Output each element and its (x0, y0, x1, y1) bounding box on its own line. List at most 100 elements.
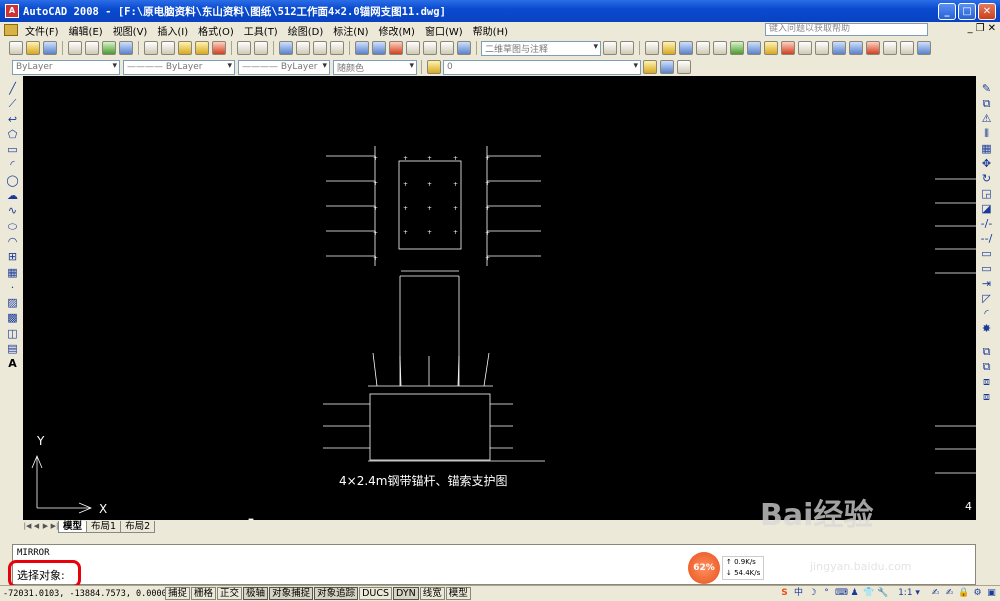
document-icon[interactable] (4, 24, 18, 36)
construction-line-icon[interactable]: ⟋ (6, 97, 20, 111)
help-icon-2[interactable] (917, 41, 931, 55)
tab-next-icon[interactable]: ▶ (41, 522, 50, 531)
markup-icon[interactable] (423, 41, 437, 55)
layer-select[interactable]: ByLayer (12, 59, 120, 75)
moon-icon[interactable]: ☽ (807, 588, 818, 599)
zoom-window-icon[interactable] (313, 41, 327, 55)
sogou-ime-icon[interactable]: S (779, 588, 790, 599)
redo-icon[interactable] (254, 41, 268, 55)
make-current-layer-icon[interactable] (643, 60, 657, 74)
sheet-set-icon[interactable] (406, 41, 420, 55)
line-icon[interactable]: ╱ (6, 82, 20, 96)
erase-icon[interactable]: ✎ (980, 82, 994, 96)
layer-manager-icon[interactable] (427, 60, 441, 74)
toggle-ducs[interactable]: DUCS (359, 587, 393, 600)
toggle-polar[interactable]: 极轴 (243, 587, 269, 600)
lineweight-select[interactable]: ———— ByLayer (238, 59, 330, 75)
offset-icon[interactable]: ⫴ (980, 127, 994, 141)
toggle-grid[interactable]: 栅格 (191, 587, 217, 600)
new-icon-2[interactable] (645, 41, 659, 55)
toggle-lineweight[interactable]: 线宽 (419, 587, 445, 600)
annotation-scale[interactable]: 1:1 ▾ (891, 588, 927, 599)
quickcalc-icon-2[interactable] (900, 41, 914, 55)
auto-scale-icon[interactable]: ✍ (944, 588, 955, 599)
redo-icon-2[interactable] (815, 41, 829, 55)
multiline-text-icon[interactable]: A (6, 357, 20, 371)
menu-edit[interactable]: 编辑(E) (64, 23, 108, 38)
zoom-realtime-icon[interactable] (296, 41, 310, 55)
menu-modify[interactable]: 修改(M) (374, 23, 420, 38)
workspace-select[interactable]: 二维草图与注释 (481, 40, 601, 56)
new-icon[interactable] (9, 41, 23, 55)
menu-view[interactable]: 视图(V) (108, 23, 153, 38)
properties-icon-2[interactable] (832, 41, 846, 55)
menu-draw[interactable]: 绘图(D) (283, 23, 329, 38)
mirror-icon[interactable]: ⚠ (980, 112, 994, 126)
point-icon[interactable]: · (6, 281, 20, 295)
plotstyle-select[interactable]: 随颜色 (333, 59, 417, 75)
toggle-dyn[interactable]: DYN (393, 587, 419, 600)
region-icon[interactable]: ◫ (6, 327, 20, 341)
open-icon-2[interactable] (662, 41, 676, 55)
draw-order-below-icon[interactable]: ⧈ (980, 390, 994, 404)
properties-icon[interactable] (355, 41, 369, 55)
array-icon[interactable]: ▦ (980, 142, 994, 156)
tools-icon[interactable]: 🔧 (877, 588, 888, 599)
clean-screen-icon[interactable]: ▣ (986, 588, 997, 599)
zoom-previous-icon[interactable] (330, 41, 344, 55)
rectangle-icon[interactable]: ▭ (6, 143, 20, 157)
close-button[interactable]: ✕ (978, 2, 996, 20)
skin-icon[interactable]: ♟ (849, 588, 860, 599)
match-properties-icon-2[interactable] (764, 41, 778, 55)
open-icon[interactable] (26, 41, 40, 55)
ellipse-icon[interactable]: ⬭ (6, 220, 20, 234)
design-center-icon-2[interactable] (849, 41, 863, 55)
autocad-app-icon[interactable]: A (5, 4, 19, 18)
tray-settings-icon[interactable]: ⚙ (972, 588, 983, 599)
network-speed-widget[interactable]: 62% ↑ 0.9K/s ↓ 54.4K/s (688, 550, 768, 584)
stretch-icon[interactable]: ◪ (980, 202, 994, 216)
copy-object-icon[interactable]: ⧉ (980, 97, 994, 111)
toggle-model[interactable]: 模型 (445, 587, 471, 600)
punctuation-icon[interactable]: ° (821, 588, 832, 599)
copy-icon[interactable] (161, 41, 175, 55)
plot-preview-icon-2[interactable] (713, 41, 727, 55)
workspace-save-icon[interactable] (620, 41, 634, 55)
keyboard-icon[interactable]: ⌨ (835, 588, 848, 599)
menu-dimension[interactable]: 标注(N) (328, 23, 373, 38)
explode-icon[interactable]: ✸ (980, 322, 994, 336)
join-icon[interactable]: ⇥ (980, 277, 994, 291)
draw-order-back-icon[interactable]: ⧉ (980, 360, 994, 374)
print-icon-2[interactable] (696, 41, 710, 55)
annotation-visibility-icon[interactable]: ✍ (930, 588, 941, 599)
undo-icon-2[interactable] (798, 41, 812, 55)
tab-model[interactable]: 模型 (58, 520, 88, 533)
polyline-icon[interactable]: ↩ (6, 113, 20, 127)
scale-icon[interactable]: ◲ (980, 187, 994, 201)
spline-icon[interactable]: ∿ (6, 204, 20, 218)
minimize-button[interactable]: _ (938, 2, 956, 20)
tab-first-icon[interactable]: |◀ (23, 522, 32, 531)
maximize-button[interactable]: □ (958, 2, 976, 20)
3d-dwf-icon[interactable] (119, 41, 133, 55)
rotate-icon[interactable]: ↻ (980, 172, 994, 186)
sheet-set-icon-2[interactable] (883, 41, 897, 55)
title-bar[interactable]: A AutoCAD 2008 - [F:\原电脑资料\东山资料\图纸\512工作… (0, 0, 1000, 22)
toggle-otrack[interactable]: 对象追踪 (314, 587, 359, 600)
doc-close-button[interactable]: ✕ (988, 23, 996, 34)
linetype-select[interactable]: ———— ByLayer (123, 59, 235, 75)
drawing-canvas[interactable]: + + + + + + + + + + + + + + + + + + + + + + Y X 4×2.4m钢带… (23, 76, 976, 520)
circle-icon[interactable]: ◯ (6, 174, 20, 188)
doc-restore-button[interactable]: ❐ (976, 23, 985, 34)
menu-file[interactable]: 文件(F) (20, 23, 64, 38)
chamfer-icon[interactable]: ◸ (980, 292, 994, 306)
3d-dwf-icon-2[interactable] (747, 41, 761, 55)
tab-layout2[interactable]: 布局2 (120, 520, 156, 533)
gradient-icon[interactable]: ▩ (6, 311, 20, 325)
draw-order-above-icon[interactable]: ⧈ (980, 375, 994, 389)
toggle-ortho[interactable]: 正交 (217, 587, 243, 600)
break-icon[interactable]: ▭ (980, 262, 994, 276)
ime-mode[interactable]: 中 (793, 588, 804, 599)
publish-icon-2[interactable] (730, 41, 744, 55)
menu-tools[interactable]: 工具(T) (239, 23, 283, 38)
